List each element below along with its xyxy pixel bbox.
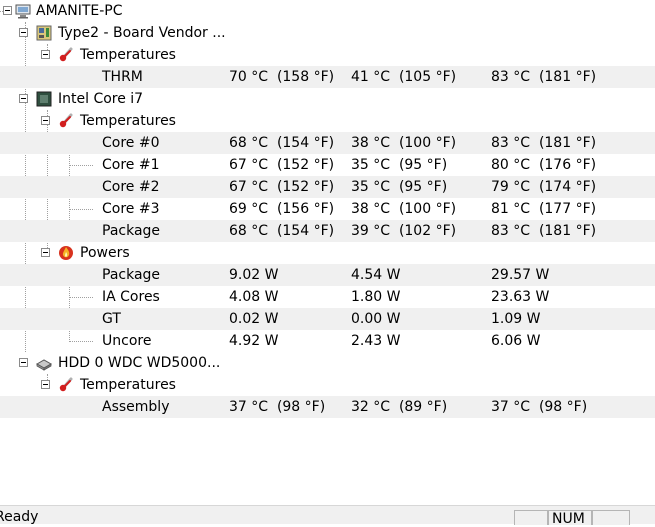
tree-node-label: Powers (80, 245, 130, 261)
tree-node-computer[interactable]: AMANITE-PC (0, 0, 655, 22)
sensor-label: Core #0 (102, 135, 160, 151)
sensor-row-core0[interactable]: Core #0 68 °C (154 °F) 38 °C (100 °F) 83… (0, 132, 655, 154)
thermometer-icon (59, 113, 73, 128)
sensor-label: Package (102, 267, 161, 283)
sensor-min: 39 °C (102 °F) (351, 223, 457, 239)
sensor-value: 4.92 W (229, 333, 279, 349)
sensor-row-assembly[interactable]: Assembly 37 °C (98 °F) 32 °C (89 °F) 37 … (0, 396, 655, 418)
sensor-min: 38 °C (100 °F) (351, 201, 457, 217)
sensor-max: 83 °C (181 °F) (491, 69, 597, 85)
sensor-value: 9.02 W (229, 267, 279, 283)
sensor-min: 38 °C (100 °F) (351, 135, 457, 151)
tree-node-label: Temperatures (80, 47, 176, 63)
collapse-toggle[interactable] (41, 380, 50, 389)
sensor-value: 0.02 W (229, 311, 279, 327)
sensor-row-thrm[interactable]: THRM 70 °C (158 °F) 41 °C (105 °F) 83 °C… (0, 66, 655, 88)
sensor-max: 29.57 W (491, 267, 550, 283)
sensor-label: Core #3 (102, 201, 160, 217)
sensor-max: 80 °C (176 °F) (491, 157, 597, 173)
sensor-row-package-power[interactable]: Package 9.02 W 4.54 W 29.57 W (0, 264, 655, 286)
sensor-min: 35 °C (95 °F) (351, 179, 448, 195)
sensor-max: 81 °C (177 °F) (491, 201, 597, 217)
sensor-min: 35 °C (95 °F) (351, 157, 448, 173)
collapse-toggle[interactable] (41, 116, 50, 125)
sensor-max: 83 °C (181 °F) (491, 223, 597, 239)
tree-node-cpu[interactable]: Intel Core i7 (0, 88, 655, 110)
sensor-min: 41 °C (105 °F) (351, 69, 457, 85)
sensor-max: 1.09 W (491, 311, 541, 327)
collapse-toggle[interactable] (19, 94, 28, 103)
sensor-row-core1[interactable]: Core #1 67 °C (152 °F) 35 °C (95 °F) 80 … (0, 154, 655, 176)
sensor-row-package-temp[interactable]: Package 68 °C (154 °F) 39 °C (102 °F) 83… (0, 220, 655, 242)
tree-node-label: Temperatures (80, 113, 176, 129)
power-flame-icon (59, 246, 73, 260)
motherboard-icon (36, 25, 52, 41)
tree-node-temperatures[interactable]: Temperatures (0, 374, 655, 396)
sensor-row-gt[interactable]: GT 0.02 W 0.00 W 1.09 W (0, 308, 655, 330)
sensor-min: 1.80 W (351, 289, 401, 305)
sensor-max: 23.63 W (491, 289, 550, 305)
computer-icon (15, 4, 31, 19)
sensor-row-uncore[interactable]: Uncore 4.92 W 2.43 W 6.06 W (0, 330, 655, 352)
sensor-value: 70 °C (158 °F) (229, 69, 335, 85)
tree-node-label: Type2 - Board Vendor ... (58, 25, 226, 41)
sensor-tree[interactable]: AMANITE-PC Type2 - Board Vendor ... Temp… (0, 0, 655, 505)
thermometer-icon (59, 377, 73, 392)
sensor-label: THRM (102, 69, 143, 85)
sensor-min: 0.00 W (351, 311, 401, 327)
sensor-label: GT (102, 311, 121, 327)
hard-drive-icon (36, 359, 52, 371)
sensor-value: 4.08 W (229, 289, 279, 305)
sensor-max: 6.06 W (491, 333, 541, 349)
thermometer-icon (59, 47, 73, 62)
sensor-value: 37 °C (98 °F) (229, 399, 326, 415)
sensor-min: 4.54 W (351, 267, 401, 283)
sensor-value: 67 °C (152 °F) (229, 179, 335, 195)
tree-node-board[interactable]: Type2 - Board Vendor ... (0, 22, 655, 44)
tree-node-hdd[interactable]: HDD 0 WDC WD5000... (0, 352, 655, 374)
tree-node-temperatures[interactable]: Temperatures (0, 110, 655, 132)
tree-node-temperatures[interactable]: Temperatures (0, 44, 655, 66)
sensor-label: Core #2 (102, 179, 160, 195)
sensor-label: Uncore (102, 333, 152, 349)
status-bar: Ready NUM (0, 505, 655, 527)
sensor-label: IA Cores (102, 289, 160, 305)
sensor-row-core3[interactable]: Core #3 69 °C (156 °F) 38 °C (100 °F) 81… (0, 198, 655, 220)
sensor-label: Assembly (102, 399, 170, 415)
sensor-value: 68 °C (154 °F) (229, 135, 335, 151)
cpu-chip-icon (36, 91, 52, 107)
num-lock-indicator: NUM (552, 511, 585, 527)
sensor-label: Core #1 (102, 157, 160, 173)
tree-node-label: AMANITE-PC (36, 3, 123, 19)
sensor-min: 2.43 W (351, 333, 401, 349)
tree-node-label: Temperatures (80, 377, 176, 393)
collapse-toggle[interactable] (41, 50, 50, 59)
tree-node-label: Intel Core i7 (58, 91, 144, 107)
collapse-toggle[interactable] (3, 6, 12, 15)
tree-node-label: HDD 0 WDC WD5000... (58, 355, 221, 371)
sensor-label: Package (102, 223, 161, 239)
sensor-value: 69 °C (156 °F) (229, 201, 335, 217)
sensor-max: 37 °C (98 °F) (491, 399, 588, 415)
sensor-max: 79 °C (174 °F) (491, 179, 597, 195)
tree-node-powers[interactable]: Powers (0, 242, 655, 264)
collapse-toggle[interactable] (19, 28, 28, 37)
sensor-min: 32 °C (89 °F) (351, 399, 448, 415)
sensor-value: 67 °C (152 °F) (229, 157, 335, 173)
sensor-value: 68 °C (154 °F) (229, 223, 335, 239)
sensor-row-core2[interactable]: Core #2 67 °C (152 °F) 35 °C (95 °F) 79 … (0, 176, 655, 198)
sensor-max: 83 °C (181 °F) (491, 135, 597, 151)
collapse-toggle[interactable] (41, 248, 50, 257)
sensor-row-ia-cores[interactable]: IA Cores 4.08 W 1.80 W 23.63 W (0, 286, 655, 308)
collapse-toggle[interactable] (19, 358, 28, 367)
